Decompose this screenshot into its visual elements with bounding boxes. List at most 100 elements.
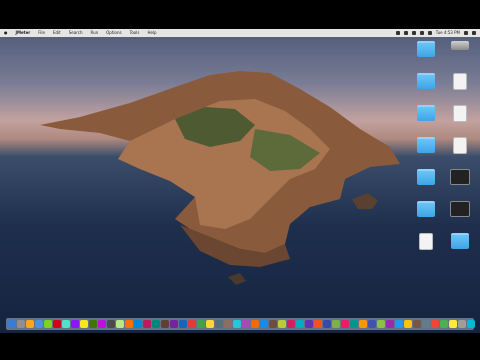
folder-icon (417, 105, 435, 121)
dock-app-icon[interactable] (26, 320, 34, 328)
apple-menu-icon[interactable]: ● (4, 29, 8, 37)
dock-app-icon[interactable] (260, 320, 268, 328)
dock-app-icon[interactable] (422, 320, 430, 328)
dock-app-icon[interactable] (89, 320, 97, 328)
dock-app-icon[interactable] (296, 320, 304, 328)
desktop-icon[interactable] (446, 169, 474, 186)
document-icon (453, 137, 467, 154)
status-icon[interactable] (403, 31, 408, 35)
dock-app-icon[interactable] (35, 320, 43, 328)
dock-app-icon[interactable] (44, 320, 52, 328)
dock-app-icon[interactable] (188, 320, 196, 328)
menu-edit[interactable]: Edit (53, 29, 61, 37)
dock-app-icon[interactable] (161, 320, 169, 328)
desktop-icon[interactable] (446, 137, 474, 155)
dock-app-icon[interactable] (179, 320, 187, 328)
menu-options[interactable]: Options (106, 29, 121, 37)
dock-app-icon[interactable] (62, 320, 70, 328)
dock-app-icon[interactable] (170, 320, 178, 328)
folder-icon (417, 169, 435, 185)
desktop-icon[interactable] (412, 137, 440, 154)
dock-app-icon[interactable] (134, 320, 142, 328)
wallpaper-island (40, 71, 400, 285)
status-icon[interactable] (411, 31, 416, 35)
dock-app-icon[interactable] (467, 320, 475, 328)
drive-icon (451, 41, 469, 50)
menu-tools[interactable]: Tools (130, 29, 140, 37)
folder-icon (417, 201, 435, 217)
dock-app-icon[interactable] (233, 320, 241, 328)
dock-app-icon[interactable] (359, 320, 367, 328)
dock-app-icon[interactable] (305, 320, 313, 328)
folder-icon (417, 41, 435, 57)
dock-app-icon[interactable] (116, 320, 124, 328)
app-icon (450, 201, 470, 217)
dock-app-icon[interactable] (377, 320, 385, 328)
document-icon (453, 73, 467, 90)
dock-app-icon[interactable] (8, 320, 16, 328)
dock-app-icon[interactable] (314, 320, 322, 328)
desktop-icon[interactable] (446, 201, 474, 218)
dock-app-icon[interactable] (242, 320, 250, 328)
status-icon[interactable] (395, 31, 400, 35)
desktop-icon[interactable] (412, 233, 440, 251)
dock-app-icon[interactable] (458, 320, 466, 328)
desktop-icon[interactable] (412, 169, 440, 186)
dock-app-icon[interactable] (413, 320, 421, 328)
dock-app-icon[interactable] (224, 320, 232, 328)
desktop-icon[interactable] (446, 233, 474, 250)
wifi-icon[interactable] (419, 31, 424, 35)
dock-app-icon[interactable] (287, 320, 295, 328)
dock-app-icon[interactable] (368, 320, 376, 328)
menu-app-name[interactable]: JMeter (16, 29, 31, 37)
menu-file[interactable]: File (38, 29, 45, 37)
dock-app-icon[interactable] (386, 320, 394, 328)
dock-app-icon[interactable] (323, 320, 331, 328)
menu-bar: ● JMeter File Edit Search Run Options To… (0, 29, 480, 37)
search-icon[interactable] (464, 31, 468, 35)
desktop-icon[interactable] (446, 105, 474, 123)
dock-app-icon[interactable] (215, 320, 223, 328)
dock-app-icon[interactable] (404, 320, 412, 328)
status-area: Tue 4:53 PM (395, 29, 480, 37)
dock-app-icon[interactable] (17, 320, 25, 328)
desktop-icon[interactable] (412, 41, 440, 58)
menu-search[interactable]: Search (69, 29, 83, 37)
dock-app-icon[interactable] (332, 320, 340, 328)
dock-app-icon[interactable] (71, 320, 79, 328)
dock-app-icon[interactable] (206, 320, 214, 328)
dock-app-icon[interactable] (341, 320, 349, 328)
desktop-icon[interactable] (412, 105, 440, 122)
battery-icon[interactable] (427, 31, 432, 35)
document-icon (453, 105, 467, 122)
desktop-icon[interactable] (446, 73, 474, 91)
folder-icon (417, 137, 435, 153)
dock-app-icon[interactable] (53, 320, 61, 328)
desktop-icon[interactable] (412, 201, 440, 218)
dock-app-icon[interactable] (107, 320, 115, 328)
dock-app-icon[interactable] (350, 320, 358, 328)
dock-app-icon[interactable] (449, 320, 457, 328)
dock-app-icon[interactable] (269, 320, 277, 328)
terminal-icon (450, 169, 470, 185)
dock (6, 318, 475, 330)
menu-help[interactable]: Help (147, 29, 156, 37)
control-center-icon[interactable] (472, 31, 476, 35)
dock-app-icon[interactable] (431, 320, 439, 328)
dock-app-icon[interactable] (251, 320, 259, 328)
clock[interactable]: Tue 4:53 PM (436, 29, 460, 37)
menu-run[interactable]: Run (90, 29, 98, 37)
desktop[interactable]: ● JMeter File Edit Search Run Options To… (0, 29, 480, 333)
dock-app-icon[interactable] (197, 320, 205, 328)
desktop-icon[interactable] (446, 41, 474, 51)
document-icon (419, 233, 433, 250)
dock-app-icon[interactable] (395, 320, 403, 328)
dock-app-icon[interactable] (98, 320, 106, 328)
dock-app-icon[interactable] (440, 320, 448, 328)
dock-app-icon[interactable] (125, 320, 133, 328)
dock-app-icon[interactable] (152, 320, 160, 328)
dock-app-icon[interactable] (143, 320, 151, 328)
desktop-icon[interactable] (412, 73, 440, 90)
dock-app-icon[interactable] (278, 320, 286, 328)
dock-app-icon[interactable] (80, 320, 88, 328)
